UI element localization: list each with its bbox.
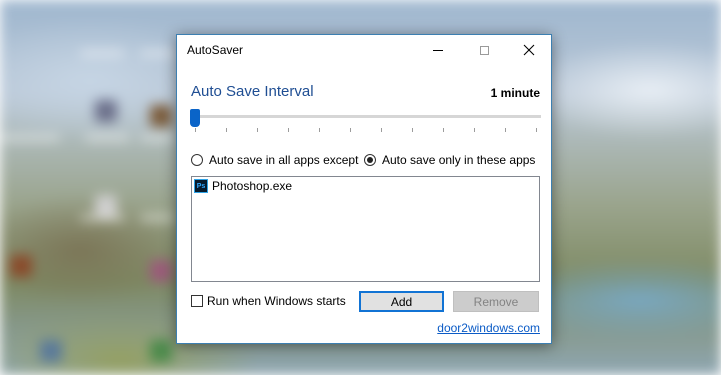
slider-tick: [350, 128, 351, 132]
slider-tick: [474, 128, 475, 132]
desktop-shortcut-icon: [150, 260, 172, 282]
autosaver-window: AutoSaver Auto Save Interval 1 minute Au…: [176, 34, 552, 344]
slider-tick: [505, 128, 506, 132]
interval-value: 1 minute: [490, 86, 540, 100]
close-button[interactable]: [506, 35, 552, 65]
window-title: AutoSaver: [187, 43, 244, 57]
photoshop-icon: Ps: [194, 179, 208, 193]
desktop-label-blur: [0, 135, 60, 141]
slider-tick: [319, 128, 320, 132]
apps-list[interactable]: Ps Photoshop.exe: [191, 176, 540, 282]
desktop-label-blur: [80, 215, 125, 221]
maximize-button[interactable]: [461, 35, 507, 65]
radio-only-these-apps[interactable]: Auto save only in these apps: [364, 153, 535, 167]
slider-thumb[interactable]: [190, 109, 200, 127]
desktop-shortcut-icon: [150, 340, 172, 362]
slider-tick: [412, 128, 413, 132]
radio-label: Auto save in all apps except: [209, 153, 359, 167]
minimize-button[interactable]: [415, 35, 461, 65]
slider-tick: [288, 128, 289, 132]
slider-tick: [257, 128, 258, 132]
desktop-label-blur: [140, 135, 175, 141]
interval-heading: Auto Save Interval: [191, 83, 314, 100]
slider-tick: [443, 128, 444, 132]
slider-tick: [195, 128, 196, 132]
desktop-label-blur: [140, 215, 175, 221]
desktop-shortcut-icon: [95, 100, 117, 122]
desktop-label-blur: [80, 50, 125, 56]
minimize-icon: [433, 49, 443, 51]
app-name: Photoshop.exe: [212, 179, 293, 193]
radio-circle[interactable]: [364, 154, 376, 166]
desktop-shortcut-icon: [150, 105, 172, 127]
run-at-startup-checkbox[interactable]: Run when Windows starts: [191, 294, 346, 308]
add-button[interactable]: Add: [359, 291, 444, 312]
slider-track[interactable]: [191, 115, 541, 118]
radio-all-apps-except[interactable]: Auto save in all apps except: [191, 153, 358, 167]
title-bar[interactable]: AutoSaver: [177, 35, 551, 65]
desktop-shortcut-icon: [40, 340, 62, 362]
desktop-label-blur: [140, 50, 180, 56]
checkbox-label: Run when Windows starts: [207, 294, 346, 308]
maximize-icon: [479, 45, 489, 55]
slider-tick: [226, 128, 227, 132]
close-icon: [523, 44, 535, 56]
desktop-shortcut-icon: [95, 195, 117, 217]
desktop-label-blur: [85, 135, 130, 141]
desktop-shortcut-icon: [10, 255, 32, 277]
list-item[interactable]: Ps Photoshop.exe: [194, 179, 292, 193]
slider-tick: [536, 128, 537, 132]
slider-tick: [381, 128, 382, 132]
radio-label: Auto save only in these apps: [382, 153, 536, 167]
website-link[interactable]: door2windows.com: [437, 321, 540, 335]
radio-circle[interactable]: [191, 154, 203, 166]
remove-button[interactable]: Remove: [453, 291, 539, 312]
checkbox-box[interactable]: [191, 295, 203, 307]
